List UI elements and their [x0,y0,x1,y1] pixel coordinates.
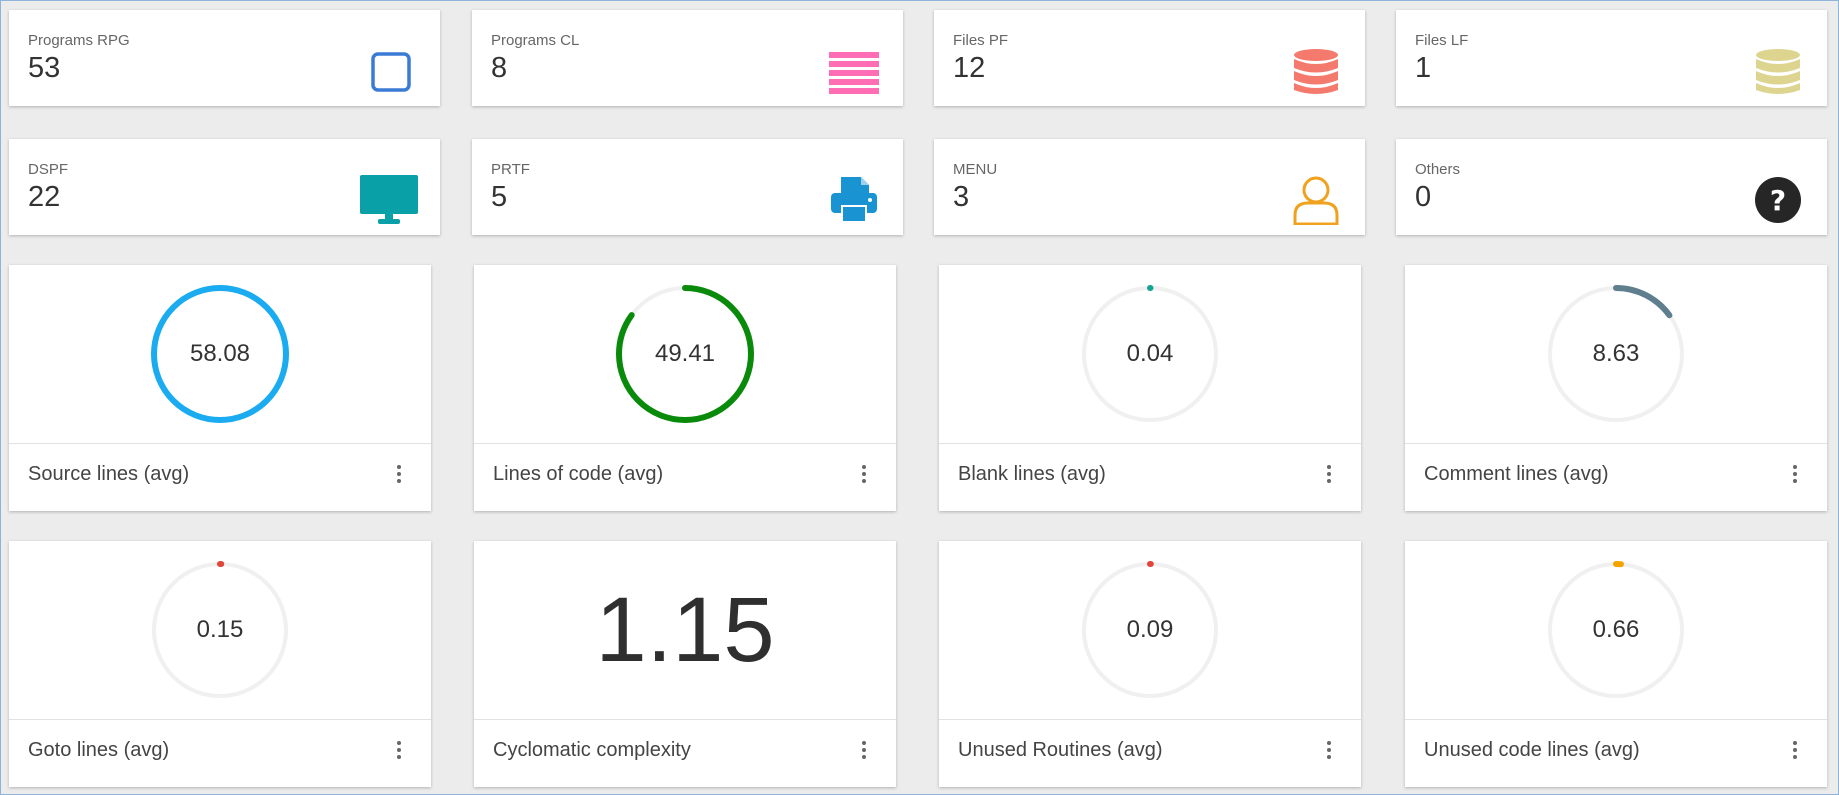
stat-label: Programs RPG [28,32,130,49]
metric-card-goto-lines: 0.15 Goto lines (avg) [9,541,431,787]
progress-gauge: 0.66 [1542,556,1690,704]
stat-value: 1 [1415,52,1432,84]
metric-title: Unused code lines (avg) [1424,739,1640,761]
svg-text:?: ? [1770,184,1786,217]
stat-label: Files PF [953,32,1009,49]
printer-icon [829,175,879,225]
progress-gauge: 49.41 [611,280,759,428]
stat-value: 0 [1415,181,1432,213]
monitor-icon [360,175,418,225]
database-icon [1753,46,1803,96]
progress-gauge: 0.04 [1076,280,1224,428]
user-outline-icon [1291,175,1341,225]
stat-value: 3 [953,181,970,213]
question-circle-icon: ? [1753,175,1803,225]
gauge-value: 49.41 [654,340,716,367]
metric-card-unused-routines: 0.09 Unused Routines (avg) [939,541,1361,787]
stat-card-programs-rpg[interactable]: Programs RPG 53 [9,10,440,106]
more-vert-icon[interactable] [858,465,870,489]
metric-card-unused-code-lines: 0.66 Unused code lines (avg) [1405,541,1827,787]
gauge-value: 0.66 [1592,616,1640,643]
stat-label: Programs CL [491,32,580,49]
stat-value: 12 [953,52,986,84]
gauge-value: 8.63 [1592,340,1640,367]
progress-gauge: 0.09 [1076,556,1224,704]
stat-label: MENU [953,161,998,178]
metric-title: Comment lines (avg) [1424,463,1609,485]
stat-card-files-pf[interactable]: Files PF 12 [934,10,1365,106]
metric-title: Source lines (avg) [28,463,190,485]
stat-label: DSPF [28,161,69,178]
square-outline-icon [366,46,416,96]
gauge-value: 0.04 [1126,340,1174,367]
more-vert-icon[interactable] [1789,741,1801,765]
metric-card-lines-of-code: 49.41 Lines of code (avg) [474,265,896,511]
more-vert-icon[interactable] [1789,465,1801,489]
more-vert-icon[interactable] [1323,741,1335,765]
big-value: 1.15 [595,579,775,681]
stat-value: 5 [491,181,508,213]
stat-label: Others [1415,161,1461,178]
metric-card-blank-lines: 0.04 Blank lines (avg) [939,265,1361,511]
stat-value: 53 [28,52,61,84]
progress-gauge: 8.63 [1542,280,1690,428]
database-icon [1291,46,1341,96]
stat-value: 8 [491,52,508,84]
metric-title: Blank lines (avg) [958,463,1106,485]
stat-value: 22 [28,181,61,213]
metric-title: Goto lines (avg) [28,739,170,761]
bars-icon [829,46,879,96]
stat-label: Files LF [1415,32,1469,49]
gauge-value: 0.15 [196,616,244,643]
metric-title: Cyclomatic complexity [493,739,691,761]
stat-card-others[interactable]: Others 0 ? [1396,139,1827,235]
metric-card-comment-lines: 8.63 Comment lines (avg) [1405,265,1827,511]
more-vert-icon[interactable] [1323,465,1335,489]
stat-label: PRTF [491,161,530,178]
progress-gauge: 0.15 [146,556,294,704]
stat-card-dspf[interactable]: DSPF 22 [9,139,440,235]
more-vert-icon[interactable] [858,741,870,765]
stat-card-files-lf[interactable]: Files LF 1 [1396,10,1827,106]
metric-card-source-lines: 58.08 Source lines (avg) [9,265,431,511]
progress-gauge: 58.08 [146,280,294,428]
more-vert-icon[interactable] [393,465,405,489]
metric-title: Unused Routines (avg) [958,739,1163,761]
gauge-value: 0.09 [1126,616,1174,643]
metric-title: Lines of code (avg) [493,463,664,485]
more-vert-icon[interactable] [393,741,405,765]
stat-card-menu[interactable]: MENU 3 [934,139,1365,235]
stat-card-programs-cl[interactable]: Programs CL 8 [472,10,903,106]
metric-card-cyclomatic-complexity: 1.15 Cyclomatic complexity [474,541,896,787]
stat-card-prtf[interactable]: PRTF 5 [472,139,903,235]
gauge-value: 58.08 [189,340,251,367]
